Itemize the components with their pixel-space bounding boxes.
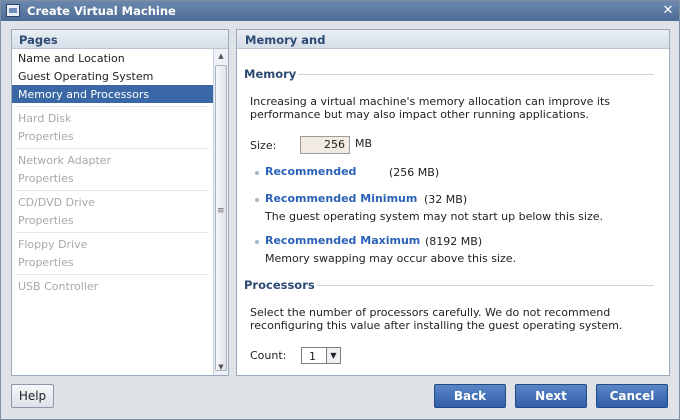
memory-section-title: Memory (244, 67, 297, 81)
recommended-minimum-link[interactable]: Recommended Minimum (265, 192, 417, 205)
section-divider (317, 285, 654, 286)
pages-header: Pages (12, 30, 228, 49)
window-title: Create Virtual Machine (27, 4, 176, 18)
grip-icon: ≡ (217, 206, 225, 216)
nav-divider (16, 148, 209, 149)
window-icon (6, 4, 20, 17)
nav-item-name-location[interactable]: Name and Location (12, 49, 213, 67)
nav-divider (16, 274, 209, 275)
pages-panel: Pages Name and Location Guest Operating … (11, 29, 229, 376)
nav-item-usb-controller: USB Controller (18, 280, 99, 293)
nav-divider (16, 190, 209, 191)
memory-description-line2: performance but may also impact other ru… (250, 108, 589, 121)
bullet-icon (255, 171, 259, 175)
memory-description-line1: Increasing a virtual machine's memory al… (250, 95, 611, 108)
nav-item-network-adapter: Network Adapter (18, 154, 112, 167)
bullet-icon (255, 198, 259, 202)
next-button[interactable]: Next (515, 384, 587, 408)
recommended-link[interactable]: Recommended (265, 165, 356, 178)
pages-list: Name and Location Guest Operating System… (12, 49, 213, 375)
title-bar: Create Virtual Machine ✕ (1, 1, 679, 21)
chevron-down-icon[interactable]: ▼ (326, 348, 340, 363)
nav-item-hard-disk: Hard Disk (18, 112, 72, 125)
pages-scrollbar[interactable]: ▲ ≡ ▼ (213, 49, 228, 375)
create-vm-dialog: Create Virtual Machine ✕ Pages Name and … (0, 0, 680, 420)
recommended-maximum-value: (8192 MB) (425, 235, 483, 248)
nav-item-floppy-properties: Properties (18, 256, 74, 269)
nav-item-cd-dvd-properties: Properties (18, 214, 74, 227)
size-label: Size: (250, 139, 277, 152)
processors-description-line2: reconfiguring this value after installin… (250, 319, 623, 332)
nav-divider (16, 232, 209, 233)
help-button[interactable]: Help (11, 384, 54, 408)
recommended-maximum-link[interactable]: Recommended Maximum (265, 234, 420, 247)
nav-item-cd-dvd: CD/DVD Drive (18, 196, 95, 209)
content-header: Memory and (237, 30, 669, 49)
processors-section-title: Processors (244, 278, 315, 292)
processors-description-line1: Select the number of processors carefull… (250, 306, 611, 319)
scroll-thumb[interactable]: ≡ (215, 65, 227, 371)
processor-count-value: 1 (309, 350, 316, 363)
nav-item-floppy: Floppy Drive (18, 238, 88, 251)
recommended-minimum-note: The guest operating system may not start… (265, 210, 604, 223)
nav-divider (16, 106, 209, 107)
nav-item-network-properties: Properties (18, 172, 74, 185)
bullet-icon (255, 240, 259, 244)
size-unit: MB (355, 137, 373, 150)
memory-size-input[interactable]: 256 (300, 136, 350, 154)
processor-count-select[interactable]: 1 ▼ (301, 347, 341, 364)
scroll-up-icon[interactable]: ▲ (214, 50, 228, 63)
section-divider (298, 74, 654, 75)
nav-item-guest-os[interactable]: Guest Operating System (12, 67, 213, 85)
nav-item-hard-disk-properties: Properties (18, 130, 74, 143)
recommended-value: (256 MB) (389, 166, 440, 179)
recommended-minimum-value: (32 MB) (424, 193, 468, 206)
nav-item-memory-processors[interactable]: Memory and Processors (12, 85, 213, 103)
back-button[interactable]: Back (434, 384, 506, 408)
cancel-button[interactable]: Cancel (596, 384, 668, 408)
recommended-maximum-note: Memory swapping may occur above this siz… (265, 252, 517, 265)
content-panel: Memory and Memory Increasing a virtual m… (236, 29, 670, 376)
count-label: Count: (250, 349, 287, 362)
close-icon[interactable]: ✕ (661, 4, 675, 18)
scroll-down-icon[interactable]: ▼ (214, 361, 228, 374)
